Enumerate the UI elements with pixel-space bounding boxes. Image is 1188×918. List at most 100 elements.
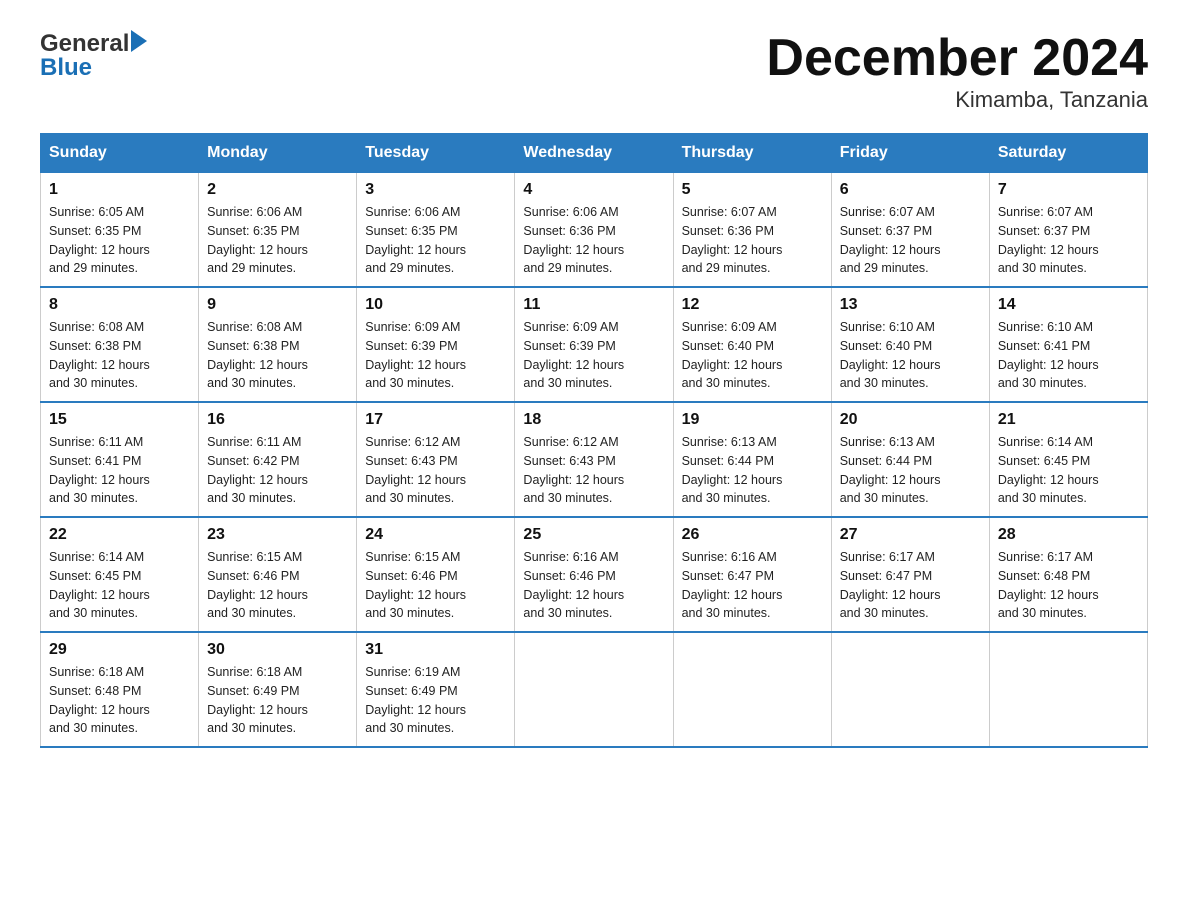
calendar-cell: 4 Sunrise: 6:06 AMSunset: 6:36 PMDaylight… bbox=[515, 173, 673, 288]
day-number: 9 bbox=[207, 296, 348, 314]
calendar-cell: 18 Sunrise: 6:12 AMSunset: 6:43 PMDayligh… bbox=[515, 402, 673, 517]
day-number: 5 bbox=[682, 181, 823, 199]
day-info: Sunrise: 6:09 AMSunset: 6:39 PMDaylight:… bbox=[365, 318, 506, 393]
calendar-week-row: 15 Sunrise: 6:11 AMSunset: 6:41 PMDayligh… bbox=[41, 402, 1148, 517]
day-info: Sunrise: 6:07 AMSunset: 6:36 PMDaylight:… bbox=[682, 203, 823, 278]
day-info: Sunrise: 6:15 AMSunset: 6:46 PMDaylight:… bbox=[365, 548, 506, 623]
calendar-cell: 15 Sunrise: 6:11 AMSunset: 6:41 PMDayligh… bbox=[41, 402, 199, 517]
weekday-header-wednesday: Wednesday bbox=[515, 134, 673, 173]
calendar-cell: 5 Sunrise: 6:07 AMSunset: 6:36 PMDaylight… bbox=[673, 173, 831, 288]
day-info: Sunrise: 6:07 AMSunset: 6:37 PMDaylight:… bbox=[840, 203, 981, 278]
day-info: Sunrise: 6:07 AMSunset: 6:37 PMDaylight:… bbox=[998, 203, 1139, 278]
day-info: Sunrise: 6:09 AMSunset: 6:39 PMDaylight:… bbox=[523, 318, 664, 393]
weekday-header-thursday: Thursday bbox=[673, 134, 831, 173]
day-number: 26 bbox=[682, 526, 823, 544]
page-header: General Blue December 2024 Kimamba, Tanz… bbox=[40, 30, 1148, 113]
calendar-cell: 28Sunrise: 6:17 AMSunset: 6:48 PMDayligh… bbox=[989, 517, 1147, 632]
calendar-cell: 19Sunrise: 6:13 AMSunset: 6:44 PMDayligh… bbox=[673, 402, 831, 517]
calendar-cell: 22 Sunrise: 6:14 AMSunset: 6:45 PMDayligh… bbox=[41, 517, 199, 632]
calendar-cell bbox=[673, 632, 831, 747]
day-number: 13 bbox=[840, 296, 981, 314]
day-number: 20 bbox=[840, 411, 981, 429]
weekday-header-row: SundayMondayTuesdayWednesdayThursdayFrid… bbox=[41, 134, 1148, 173]
calendar-cell: 27 Sunrise: 6:17 AMSunset: 6:47 PMDayligh… bbox=[831, 517, 989, 632]
calendar-cell: 1 Sunrise: 6:05 AMSunset: 6:35 PMDaylight… bbox=[41, 173, 199, 288]
day-info: Sunrise: 6:06 AMSunset: 6:35 PMDaylight:… bbox=[207, 203, 348, 278]
day-number: 4 bbox=[523, 181, 664, 199]
calendar-cell: 14Sunrise: 6:10 AMSunset: 6:41 PMDayligh… bbox=[989, 287, 1147, 402]
day-info: Sunrise: 6:08 AMSunset: 6:38 PMDaylight:… bbox=[207, 318, 348, 393]
day-info: Sunrise: 6:08 AMSunset: 6:38 PMDaylight:… bbox=[49, 318, 190, 393]
day-info: Sunrise: 6:12 AMSunset: 6:43 PMDaylight:… bbox=[523, 433, 664, 508]
day-info: Sunrise: 6:11 AMSunset: 6:42 PMDaylight:… bbox=[207, 433, 348, 508]
day-number: 31 bbox=[365, 641, 506, 659]
day-number: 2 bbox=[207, 181, 348, 199]
day-number: 29 bbox=[49, 641, 190, 659]
calendar-cell: 12 Sunrise: 6:09 AMSunset: 6:40 PMDayligh… bbox=[673, 287, 831, 402]
day-info: Sunrise: 6:16 AMSunset: 6:47 PMDaylight:… bbox=[682, 548, 823, 623]
calendar-cell bbox=[989, 632, 1147, 747]
calendar-week-row: 29 Sunrise: 6:18 AMSunset: 6:48 PMDayligh… bbox=[41, 632, 1148, 747]
day-info: Sunrise: 6:05 AMSunset: 6:35 PMDaylight:… bbox=[49, 203, 190, 278]
day-number: 27 bbox=[840, 526, 981, 544]
day-number: 7 bbox=[998, 181, 1139, 199]
day-number: 1 bbox=[49, 181, 190, 199]
calendar-cell: 29 Sunrise: 6:18 AMSunset: 6:48 PMDayligh… bbox=[41, 632, 199, 747]
day-info: Sunrise: 6:18 AMSunset: 6:48 PMDaylight:… bbox=[49, 663, 190, 738]
day-info: Sunrise: 6:17 AMSunset: 6:47 PMDaylight:… bbox=[840, 548, 981, 623]
title-block: December 2024 Kimamba, Tanzania bbox=[766, 30, 1148, 113]
day-info: Sunrise: 6:17 AMSunset: 6:48 PMDaylight:… bbox=[998, 548, 1139, 623]
day-info: Sunrise: 6:14 AMSunset: 6:45 PMDaylight:… bbox=[998, 433, 1139, 508]
calendar-cell: 2 Sunrise: 6:06 AMSunset: 6:35 PMDaylight… bbox=[199, 173, 357, 288]
day-info: Sunrise: 6:18 AMSunset: 6:49 PMDaylight:… bbox=[207, 663, 348, 738]
calendar-header: SundayMondayTuesdayWednesdayThursdayFrid… bbox=[41, 134, 1148, 173]
weekday-header-saturday: Saturday bbox=[989, 134, 1147, 173]
day-number: 24 bbox=[365, 526, 506, 544]
calendar-table: SundayMondayTuesdayWednesdayThursdayFrid… bbox=[40, 133, 1148, 748]
calendar-cell: 21Sunrise: 6:14 AMSunset: 6:45 PMDayligh… bbox=[989, 402, 1147, 517]
day-number: 18 bbox=[523, 411, 664, 429]
calendar-week-row: 1 Sunrise: 6:05 AMSunset: 6:35 PMDaylight… bbox=[41, 173, 1148, 288]
logo-arrow-icon bbox=[131, 30, 147, 52]
day-info: Sunrise: 6:14 AMSunset: 6:45 PMDaylight:… bbox=[49, 548, 190, 623]
weekday-header-friday: Friday bbox=[831, 134, 989, 173]
day-number: 14 bbox=[998, 296, 1139, 314]
logo-blue-text: Blue bbox=[40, 54, 92, 82]
day-number: 23 bbox=[207, 526, 348, 544]
day-info: Sunrise: 6:16 AMSunset: 6:46 PMDaylight:… bbox=[523, 548, 664, 623]
calendar-cell: 13Sunrise: 6:10 AMSunset: 6:40 PMDayligh… bbox=[831, 287, 989, 402]
day-number: 17 bbox=[365, 411, 506, 429]
weekday-header-tuesday: Tuesday bbox=[357, 134, 515, 173]
day-number: 22 bbox=[49, 526, 190, 544]
day-number: 11 bbox=[523, 296, 664, 314]
calendar-cell: 31Sunrise: 6:19 AMSunset: 6:49 PMDayligh… bbox=[357, 632, 515, 747]
day-number: 3 bbox=[365, 181, 506, 199]
day-info: Sunrise: 6:11 AMSunset: 6:41 PMDaylight:… bbox=[49, 433, 190, 508]
calendar-week-row: 8Sunrise: 6:08 AMSunset: 6:38 PMDaylight… bbox=[41, 287, 1148, 402]
calendar-cell: 30 Sunrise: 6:18 AMSunset: 6:49 PMDayligh… bbox=[199, 632, 357, 747]
day-number: 12 bbox=[682, 296, 823, 314]
day-number: 15 bbox=[49, 411, 190, 429]
day-info: Sunrise: 6:12 AMSunset: 6:43 PMDaylight:… bbox=[365, 433, 506, 508]
day-info: Sunrise: 6:15 AMSunset: 6:46 PMDaylight:… bbox=[207, 548, 348, 623]
weekday-header-monday: Monday bbox=[199, 134, 357, 173]
weekday-header-sunday: Sunday bbox=[41, 134, 199, 173]
calendar-title: December 2024 bbox=[766, 30, 1148, 87]
day-number: 16 bbox=[207, 411, 348, 429]
calendar-location: Kimamba, Tanzania bbox=[766, 87, 1148, 113]
calendar-cell: 8Sunrise: 6:08 AMSunset: 6:38 PMDaylight… bbox=[41, 287, 199, 402]
day-number: 10 bbox=[365, 296, 506, 314]
calendar-cell: 9 Sunrise: 6:08 AMSunset: 6:38 PMDaylight… bbox=[199, 287, 357, 402]
calendar-cell: 25Sunrise: 6:16 AMSunset: 6:46 PMDayligh… bbox=[515, 517, 673, 632]
calendar-body: 1 Sunrise: 6:05 AMSunset: 6:35 PMDaylight… bbox=[41, 173, 1148, 748]
calendar-cell: 20Sunrise: 6:13 AMSunset: 6:44 PMDayligh… bbox=[831, 402, 989, 517]
logo: General Blue bbox=[40, 30, 147, 82]
day-number: 6 bbox=[840, 181, 981, 199]
day-info: Sunrise: 6:13 AMSunset: 6:44 PMDaylight:… bbox=[682, 433, 823, 508]
calendar-cell: 26 Sunrise: 6:16 AMSunset: 6:47 PMDayligh… bbox=[673, 517, 831, 632]
day-info: Sunrise: 6:09 AMSunset: 6:40 PMDaylight:… bbox=[682, 318, 823, 393]
calendar-cell: 16 Sunrise: 6:11 AMSunset: 6:42 PMDayligh… bbox=[199, 402, 357, 517]
day-info: Sunrise: 6:06 AMSunset: 6:36 PMDaylight:… bbox=[523, 203, 664, 278]
calendar-cell: 6 Sunrise: 6:07 AMSunset: 6:37 PMDaylight… bbox=[831, 173, 989, 288]
day-number: 30 bbox=[207, 641, 348, 659]
